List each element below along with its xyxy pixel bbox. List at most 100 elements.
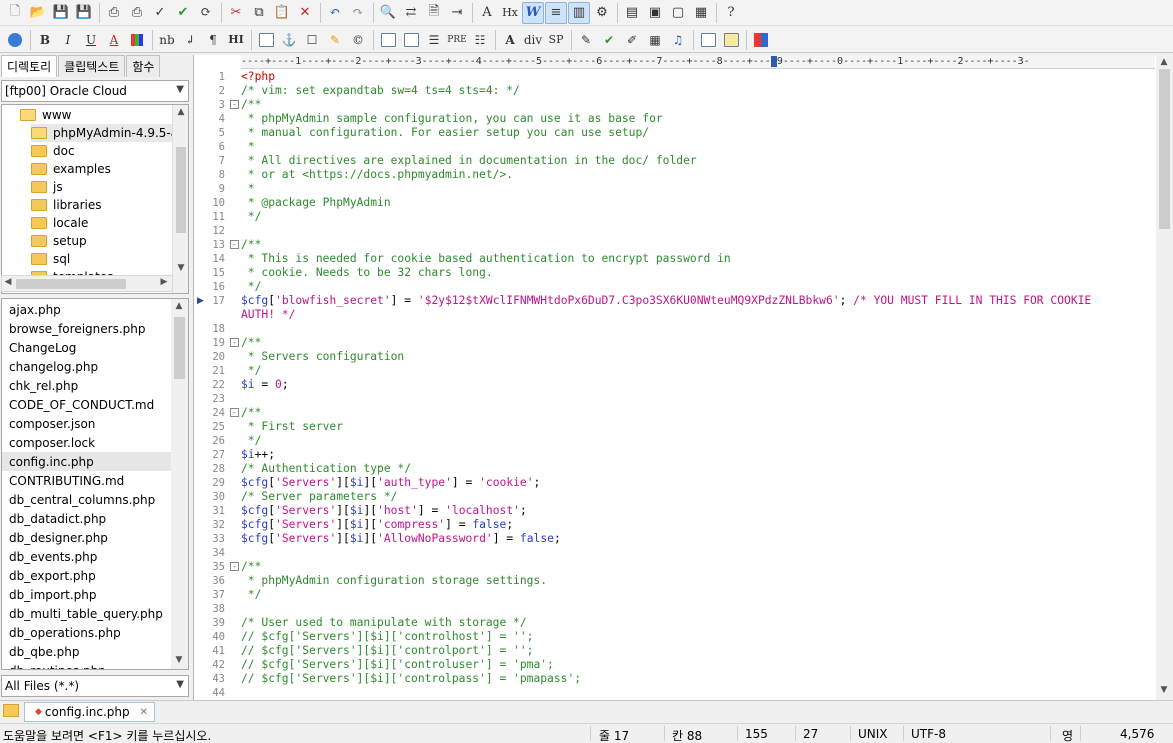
- code-line[interactable]: $cfg['Servers'][$i]['compress'] = false;: [241, 518, 513, 532]
- tab-clip-text[interactable]: 클립텍스트: [58, 55, 126, 77]
- word-wrap-icon[interactable]: W: [522, 1, 544, 24]
- file-list-scrollbar[interactable]: ▲ ▼: [171, 299, 188, 669]
- div-button[interactable]: div: [522, 29, 544, 51]
- print-preview-icon[interactable]: ⎙: [103, 2, 125, 24]
- underline-button[interactable]: U: [80, 29, 102, 51]
- web-icon[interactable]: [4, 29, 26, 51]
- text-style-icon[interactable]: A: [499, 29, 521, 51]
- file-list-item[interactable]: CONTRIBUTING.md: [2, 471, 171, 490]
- highlight-icon[interactable]: ✎: [324, 29, 346, 51]
- code-line[interactable]: */: [241, 588, 262, 602]
- tree-item[interactable]: phpMyAdmin-4.9.5-all: [31, 124, 188, 142]
- close-icon[interactable]: ✕: [140, 707, 148, 718]
- code-line[interactable]: * First server: [241, 420, 343, 434]
- validate-icon[interactable]: ✔: [598, 29, 620, 51]
- align-icon[interactable]: ☰: [423, 29, 445, 51]
- file-filter-select[interactable]: All Files (*.*) ▼: [1, 675, 189, 697]
- undo-icon[interactable]: ↶: [324, 2, 346, 24]
- code-line[interactable]: /**: [241, 98, 261, 112]
- code-line[interactable]: /* Server parameters */: [241, 490, 397, 504]
- scroll-down-icon[interactable]: ▼: [171, 655, 187, 665]
- file-list-item[interactable]: db_events.php: [2, 547, 171, 566]
- file-list-item[interactable]: browse_foreigners.php: [2, 319, 171, 338]
- pre-button[interactable]: PRE: [446, 29, 468, 51]
- editor-scrollbar[interactable]: ▲ ▼: [1156, 55, 1173, 700]
- document-tab[interactable]: ◆ config.inc.php ✕: [24, 702, 156, 722]
- code-line[interactable]: */: [241, 434, 262, 448]
- font-color-button[interactable]: A: [103, 29, 125, 51]
- code-line[interactable]: /* User used to manipulate with storage …: [241, 616, 527, 630]
- scroll-thumb[interactable]: [176, 147, 186, 233]
- code-line[interactable]: // $cfg['Servers'][$i]['controlpass'] = …: [241, 672, 581, 686]
- code-line[interactable]: /* vim: set expandtab sw=4 ts=4 sts=4: *…: [241, 84, 520, 98]
- code-line[interactable]: */: [241, 364, 262, 378]
- video-icon[interactable]: ▦: [644, 29, 666, 51]
- tree-scrollbar[interactable]: ▲ ▼: [172, 105, 188, 293]
- tree-item[interactable]: examples: [31, 160, 111, 178]
- tree-item[interactable]: sql: [31, 250, 70, 268]
- scroll-right-icon[interactable]: ▶: [158, 277, 170, 287]
- code-line[interactable]: */: [241, 280, 262, 294]
- code-line[interactable]: $cfg['blowfish_secret'] = '$2y$12$tXWclI…: [241, 294, 1091, 308]
- link-icon[interactable]: ☐: [301, 29, 323, 51]
- goto-icon[interactable]: ⇥: [446, 2, 468, 24]
- special-char-icon[interactable]: ©: [347, 29, 369, 51]
- chevron-down-icon[interactable]: ▼: [176, 679, 184, 690]
- code-line[interactable]: // $cfg['Servers'][$i]['controlhost'] = …: [241, 630, 533, 644]
- code-line[interactable]: /* Authentication type */: [241, 462, 411, 476]
- help-icon[interactable]: ?: [720, 2, 742, 24]
- file-list-item[interactable]: composer.lock: [2, 433, 171, 452]
- table-icon[interactable]: [377, 29, 399, 51]
- code-line[interactable]: $i = 0;: [241, 378, 289, 392]
- span-button[interactable]: SP: [545, 29, 567, 51]
- copy-icon[interactable]: ⧉: [248, 2, 270, 24]
- tree-item[interactable]: setup: [31, 232, 87, 250]
- fold-toggle-icon[interactable]: -: [230, 408, 239, 417]
- code-line[interactable]: // $cfg['Servers'][$i]['controluser'] = …: [241, 658, 554, 672]
- paragraph-button[interactable]: ¶: [202, 29, 224, 51]
- code-line[interactable]: $cfg['Servers'][$i]['auth_type'] = 'cook…: [241, 476, 540, 490]
- view3-icon[interactable]: ▢: [667, 2, 689, 24]
- delete-icon[interactable]: ✕: [294, 2, 316, 24]
- scroll-up-icon[interactable]: ▲: [171, 301, 187, 311]
- file-list-item[interactable]: ajax.php: [2, 300, 171, 319]
- tree-item[interactable]: www: [20, 106, 71, 124]
- nbsp-button[interactable]: nb: [156, 29, 178, 51]
- code-line[interactable]: *: [241, 182, 255, 196]
- file-list-item[interactable]: changelog.php: [2, 357, 171, 376]
- view4-icon[interactable]: ▦: [690, 2, 712, 24]
- code-line[interactable]: * phpMyAdmin configuration storage setti…: [241, 574, 547, 588]
- settings-icon[interactable]: ⚙: [591, 2, 613, 24]
- italic-button[interactable]: I: [57, 29, 79, 51]
- find-icon[interactable]: 🔍: [377, 2, 399, 24]
- file-list-item[interactable]: db_import.php: [2, 585, 171, 604]
- file-list-item[interactable]: db_qbe.php: [2, 642, 171, 661]
- file-list-item[interactable]: chk_rel.php: [2, 376, 171, 395]
- tab-functions[interactable]: 함수: [126, 55, 161, 77]
- check-icon[interactable]: ✔: [172, 2, 194, 24]
- code-line[interactable]: * or at <https://docs.phpmyadmin.net/>.: [241, 168, 513, 182]
- fold-toggle-icon[interactable]: -: [230, 562, 239, 571]
- tree-horizontal-scrollbar[interactable]: ◀ ▶: [1, 275, 173, 292]
- code-line[interactable]: /**: [241, 560, 261, 574]
- tree-item[interactable]: doc: [31, 142, 75, 160]
- scroll-down-icon[interactable]: ▼: [173, 263, 188, 273]
- print-icon[interactable]: ⎙: [126, 2, 148, 24]
- file-list-item[interactable]: db_datadict.php: [2, 509, 171, 528]
- frame-icon[interactable]: [697, 29, 719, 51]
- fold-toggle-icon[interactable]: -: [230, 100, 239, 109]
- scroll-left-icon[interactable]: ◀: [2, 277, 14, 287]
- edit-icon[interactable]: ✎: [575, 29, 597, 51]
- code-line[interactable]: * phpMyAdmin sample configuration, you c…: [241, 112, 663, 126]
- scroll-thumb[interactable]: [16, 279, 126, 289]
- code-line[interactable]: * @package PhpMyAdmin: [241, 196, 391, 210]
- code-editor[interactable]: ----+----1----+----2----+----3----+----4…: [193, 55, 1173, 700]
- view2-icon[interactable]: ▣: [644, 2, 666, 24]
- code-line[interactable]: <?php: [241, 70, 275, 84]
- code-line[interactable]: /**: [241, 238, 261, 252]
- code-line[interactable]: * Servers configuration: [241, 350, 404, 364]
- line-number-icon[interactable]: ≡: [545, 1, 567, 24]
- template-icon[interactable]: [720, 29, 742, 51]
- audio-icon[interactable]: ♫: [667, 29, 689, 51]
- scroll-up-icon[interactable]: ▲: [1156, 57, 1172, 67]
